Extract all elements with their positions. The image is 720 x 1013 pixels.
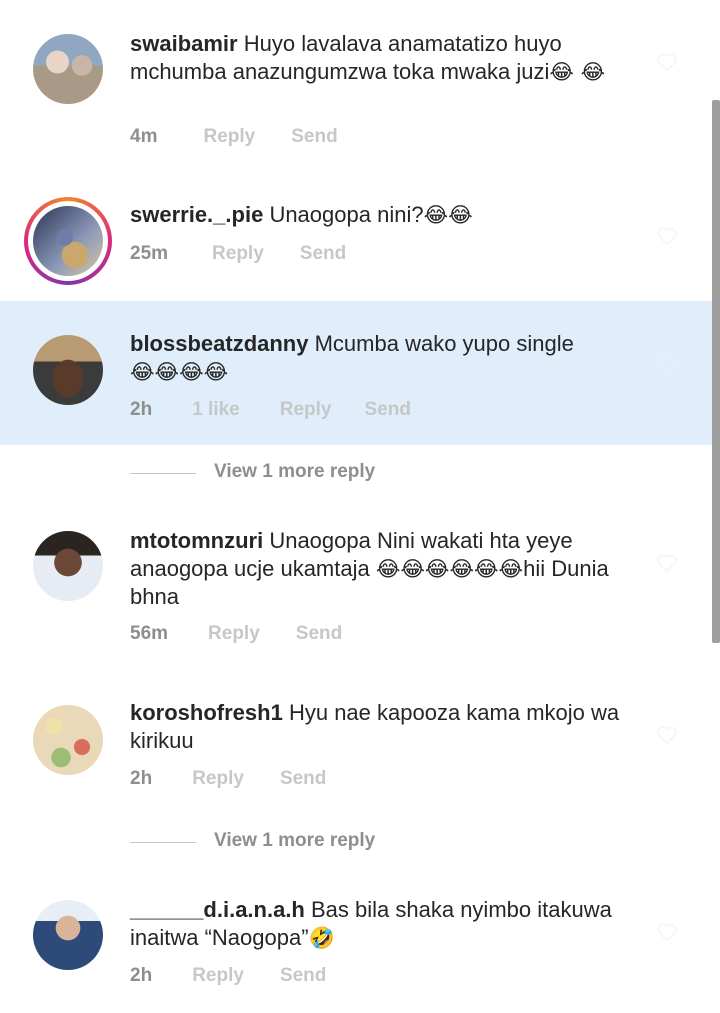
- reply-button[interactable]: Reply: [208, 622, 260, 646]
- comment-username[interactable]: swaibamir: [130, 31, 238, 56]
- comment-emoji: 😂 😂: [549, 60, 606, 84]
- heart-outline-icon[interactable]: [656, 922, 678, 942]
- send-button[interactable]: Send: [296, 622, 342, 646]
- comment-emoji: 🤣: [308, 926, 335, 950]
- comment-body: ______d.i.a.n.a.h Bas bila shaka nyimbo …: [130, 896, 650, 952]
- view-more-label[interactable]: View 1 more reply: [214, 461, 375, 483]
- comment-item: swerrie._.pie Unaogopa nini?😂😂 25m Reply…: [0, 170, 720, 301]
- comment-meta: 4m Reply Send: [130, 125, 338, 149]
- comment-meta: 2h Reply Send: [130, 767, 326, 791]
- view-more-replies[interactable]: View 1 more reply: [0, 823, 720, 863]
- avatar[interactable]: [33, 34, 103, 104]
- comment-body: swerrie._.pie Unaogopa nini?😂😂: [130, 201, 650, 229]
- comment-meta: 56m Reply Send: [130, 622, 342, 646]
- reply-button[interactable]: Reply: [212, 242, 264, 266]
- comment-item: swaibamir Huyo lavalava anamatatizo huyo…: [0, 0, 720, 170]
- comment-time: 2h: [130, 965, 153, 986]
- comment-time: 25m: [130, 243, 169, 264]
- reply-button[interactable]: Reply: [203, 125, 255, 149]
- heart-outline-icon[interactable]: [656, 725, 678, 745]
- send-button[interactable]: Send: [291, 125, 337, 149]
- comment-emoji: 😂😂😂😂😂😂: [375, 557, 524, 581]
- reply-button[interactable]: Reply: [192, 964, 244, 988]
- reply-button[interactable]: Reply: [192, 767, 244, 791]
- divider: [130, 473, 196, 474]
- comment-body: mtotomnzuri Unaogopa Nini wakati hta yey…: [130, 527, 650, 611]
- comment-text: Mcumba wako yupo single: [314, 331, 574, 356]
- avatar[interactable]: [33, 531, 103, 601]
- heart-outline-icon[interactable]: [656, 226, 678, 246]
- comment-time: 4m: [130, 126, 158, 147]
- divider: [130, 842, 196, 843]
- comment-username[interactable]: blossbeatzdanny: [130, 331, 308, 356]
- avatar: [33, 206, 103, 276]
- comment-item: koroshofresh1 Hyu nae kapooza kama mkojo…: [0, 675, 720, 825]
- comment-body: blossbeatzdanny Mcumba wako yupo single …: [130, 330, 650, 386]
- comment-item: ______d.i.a.n.a.h Bas bila shaka nyimbo …: [0, 875, 720, 1013]
- view-more-replies[interactable]: View 1 more reply: [0, 454, 720, 494]
- likes-count[interactable]: 1 like: [192, 398, 240, 422]
- comment-username[interactable]: koroshofresh1: [130, 700, 283, 725]
- comment-meta: 2h 1 like Reply Send: [130, 398, 411, 422]
- comment-time: 2h: [130, 768, 153, 789]
- comment-emoji: 😂😂😂😂: [130, 360, 229, 384]
- avatar[interactable]: [33, 900, 103, 970]
- comment-meta: 25m Reply Send: [130, 242, 346, 266]
- send-button[interactable]: Send: [280, 767, 326, 791]
- comment-item: mtotomnzuri Unaogopa Nini wakati hta yey…: [0, 505, 720, 675]
- comment-time: 56m: [130, 623, 169, 644]
- comment-item-highlighted: blossbeatzdanny Mcumba wako yupo single …: [0, 301, 720, 445]
- comment-body: swaibamir Huyo lavalava anamatatizo huyo…: [130, 30, 650, 86]
- comment-text: Unaogopa nini?: [269, 202, 424, 227]
- scrollbar[interactable]: [712, 100, 720, 643]
- avatar[interactable]: [33, 705, 103, 775]
- comment-body: koroshofresh1 Hyu nae kapooza kama mkojo…: [130, 699, 650, 755]
- avatar[interactable]: [33, 335, 103, 405]
- send-button[interactable]: Send: [300, 242, 346, 266]
- avatar-story-ring[interactable]: [24, 197, 112, 285]
- send-button[interactable]: Send: [364, 398, 410, 422]
- send-button[interactable]: Send: [280, 964, 326, 988]
- view-more-label[interactable]: View 1 more reply: [214, 830, 375, 852]
- comment-username[interactable]: mtotomnzuri: [130, 528, 263, 553]
- heart-outline-icon[interactable]: [656, 553, 678, 573]
- reply-button[interactable]: Reply: [280, 398, 332, 422]
- comment-emoji: 😂😂: [423, 203, 473, 227]
- comment-meta: 2h Reply Send: [130, 964, 326, 988]
- comment-username[interactable]: ______d.i.a.n.a.h: [130, 897, 305, 922]
- heart-outline-icon[interactable]: [656, 52, 678, 72]
- comment-username[interactable]: swerrie._.pie: [130, 202, 263, 227]
- heart-outline-icon[interactable]: [656, 354, 678, 374]
- comment-time: 2h: [130, 399, 153, 420]
